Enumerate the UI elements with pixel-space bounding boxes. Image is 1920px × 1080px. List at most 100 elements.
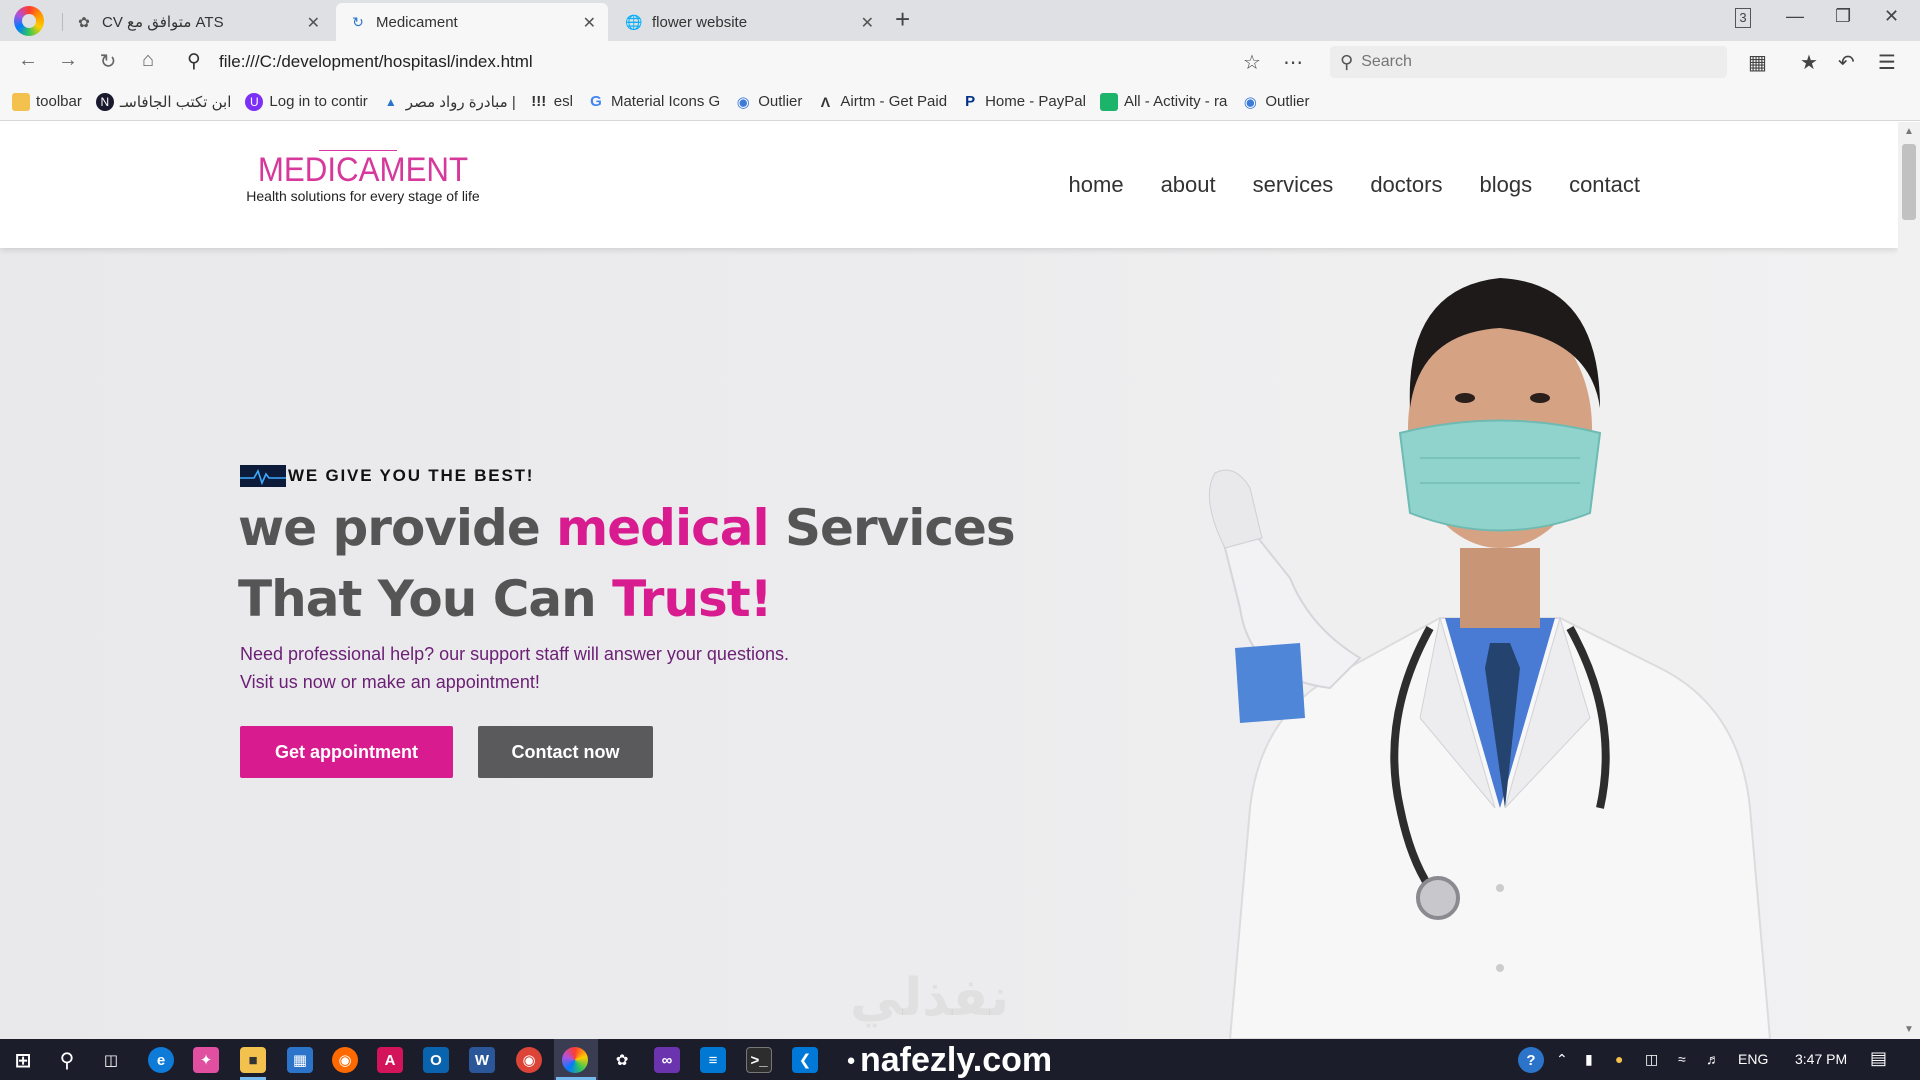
favorites-icon[interactable]: ★ — [1800, 50, 1818, 75]
contact-now-button[interactable]: Contact now — [478, 726, 653, 778]
bookmark-outlier[interactable]: ◉ Outlier — [734, 93, 803, 111]
close-icon[interactable]: ✕ — [583, 13, 596, 33]
u-icon: U — [245, 92, 264, 111]
visual-studio-icon[interactable]: ∞ — [654, 1047, 680, 1073]
rowad-icon: ▲ — [384, 94, 397, 109]
outlook-icon[interactable]: O — [423, 1047, 449, 1073]
bookmark-login[interactable]: U Log in to contir — [245, 92, 368, 111]
more-options-icon[interactable]: ⋯ — [1283, 50, 1304, 75]
terminal-icon[interactable]: >_ — [746, 1047, 772, 1073]
bookmark-outlier-2[interactable]: ◉ Outlier — [1241, 93, 1310, 111]
bookmark-label: All - Activity - ra — [1123, 93, 1228, 110]
scrollbar-thumb[interactable] — [1902, 144, 1916, 220]
tab-medicament[interactable]: ↻ Medicament ✕ — [336, 3, 608, 41]
minimize-button[interactable]: — — [1786, 6, 1804, 27]
vscode-icon[interactable]: ❮ — [792, 1047, 818, 1073]
battery-icon[interactable]: ▮ — [1585, 1051, 1593, 1068]
bookmark-airtm[interactable]: Λ Airtm - Get Paid — [816, 93, 947, 111]
search-icon: ⚲ — [187, 51, 201, 72]
help-icon[interactable]: ? — [1518, 1047, 1544, 1073]
search-icon[interactable]: ⚲ — [54, 1047, 80, 1073]
doctor-image — [1208, 278, 1772, 1039]
back-button[interactable]: ← — [15, 49, 41, 72]
nav-about[interactable]: about — [1161, 172, 1216, 198]
app-icon[interactable]: ✿ — [609, 1047, 635, 1073]
close-window-button[interactable]: ✕ — [1884, 6, 1899, 27]
browser-logo-icon[interactable] — [14, 6, 44, 36]
exclamation-icon: !!! — [531, 93, 547, 110]
device-icon[interactable]: ◫ — [1645, 1051, 1658, 1068]
site-logo[interactable]: MEDICAMENT Health solutions for every st… — [243, 150, 483, 204]
get-appointment-button[interactable]: Get appointment — [240, 726, 453, 778]
bookmark-label: toolbar — [36, 93, 82, 110]
outlier-icon: ◉ — [736, 93, 750, 111]
copilot-icon[interactable]: ✦ — [193, 1047, 219, 1073]
clock[interactable]: 3:47 PM — [1795, 1051, 1847, 1067]
undo-icon[interactable]: ↶ — [1838, 50, 1855, 75]
new-tab-button[interactable]: + — [895, 4, 910, 35]
nafezly-watermark: nafezly.com — [860, 1041, 1053, 1079]
nav-doctors[interactable]: doctors — [1370, 172, 1442, 198]
bookmark-paypal[interactable]: P Home - PayPal — [961, 93, 1086, 111]
forward-button[interactable]: → — [55, 49, 81, 72]
tab-counter-badge[interactable]: 3 — [1735, 8, 1751, 28]
chrome-icon[interactable]: ◉ — [516, 1047, 542, 1073]
search-input[interactable] — [1361, 53, 1702, 71]
grid-icon[interactable]: ▦ — [1748, 50, 1767, 75]
nav-contact[interactable]: contact — [1569, 172, 1640, 198]
bookmark-rowad[interactable]: ▲ مبادرة رواد مصر | — [382, 93, 516, 111]
close-icon[interactable]: ✕ — [307, 13, 320, 33]
nav-services[interactable]: services — [1253, 172, 1334, 198]
azure-icon[interactable]: ≡ — [700, 1047, 726, 1073]
url-text: file:///C:/development/hospitasl/index.h… — [219, 52, 533, 71]
nav-blogs[interactable]: blogs — [1479, 172, 1532, 198]
star-icon[interactable]: ☆ — [1243, 50, 1261, 75]
page-viewport: MEDICAMENT Health solutions for every st… — [0, 122, 1898, 1039]
browser-app-icon[interactable] — [562, 1047, 588, 1073]
firefox-icon[interactable]: ◉ — [332, 1047, 358, 1073]
hero-kicker: WE GIVE YOU THE BEST! — [240, 465, 534, 487]
main-nav: home about services doctors blogs contac… — [1069, 172, 1640, 198]
bookmark-toolbar[interactable]: toolbar — [12, 92, 82, 111]
headline-highlight: Trust! — [612, 570, 772, 628]
url-field[interactable]: ⚲ file:///C:/development/hospitasl/index… — [177, 46, 1317, 78]
status-icon[interactable]: ● — [1615, 1051, 1623, 1067]
tab-bar: ✿ CV متوافق مع ATS ✕ ↻ Medicament ✕ 🌐 fl… — [0, 0, 1920, 41]
windows-start-icon[interactable]: ⊞ — [10, 1047, 36, 1073]
acrobat-icon[interactable]: A — [377, 1047, 403, 1073]
file-explorer-icon[interactable]: ■ — [240, 1047, 266, 1073]
bookmark-label: Outlier — [758, 93, 803, 110]
bookmark-activity[interactable]: All - Activity - ra — [1099, 92, 1228, 111]
tab-cv[interactable]: ✿ CV متوافق مع ATS ✕ — [62, 3, 332, 41]
bookmark-n[interactable]: N ابن تكتب الجافاسـ — [95, 92, 231, 111]
nav-home[interactable]: home — [1069, 172, 1124, 198]
page-scrollbar[interactable]: ▲ ▼ — [1898, 122, 1920, 1039]
word-icon[interactable]: W — [469, 1047, 495, 1073]
language-indicator[interactable]: ENG — [1738, 1051, 1768, 1067]
restore-button[interactable]: ❐ — [1835, 6, 1851, 27]
paypal-icon: P — [965, 93, 976, 110]
activity-icon — [1099, 92, 1118, 111]
headline-highlight: medical — [556, 499, 769, 557]
outlier-icon: ◉ — [1243, 93, 1257, 111]
notifications-icon[interactable]: ▤ — [1870, 1048, 1887, 1069]
bookmark-esl[interactable]: !!! esl — [530, 93, 573, 111]
reload-button[interactable]: ↻ — [95, 49, 121, 74]
scroll-down-icon[interactable]: ▼ — [1904, 1024, 1914, 1035]
loading-icon: ↻ — [352, 13, 364, 30]
menu-icon[interactable]: ☰ — [1878, 50, 1896, 75]
volume-icon[interactable]: ♬ — [1706, 1051, 1720, 1067]
edge-icon[interactable]: e — [148, 1047, 174, 1073]
bookmark-material-icons[interactable]: G Material Icons G — [587, 93, 720, 111]
tab-flower-website[interactable]: 🌐 flower website ✕ — [612, 3, 886, 41]
home-button[interactable]: ⌂ — [135, 49, 161, 72]
chevron-up-icon[interactable]: ⌃ — [1556, 1051, 1568, 1068]
store-icon[interactable]: ▦ — [287, 1047, 313, 1073]
task-view-icon[interactable]: ◫ — [98, 1047, 124, 1073]
wifi-icon[interactable]: ≈ — [1678, 1051, 1686, 1067]
search-bar[interactable]: ⚲ — [1330, 46, 1727, 78]
scroll-up-icon[interactable]: ▲ — [1904, 126, 1914, 137]
close-icon[interactable]: ✕ — [861, 13, 874, 33]
windows-taskbar: ⊞ ⚲ ◫ e ✦ ■ ▦ ◉ A O W ◉ ✿ ∞ ≡ >_ ❮ ● naf… — [0, 1039, 1920, 1080]
folder-icon — [12, 92, 30, 111]
